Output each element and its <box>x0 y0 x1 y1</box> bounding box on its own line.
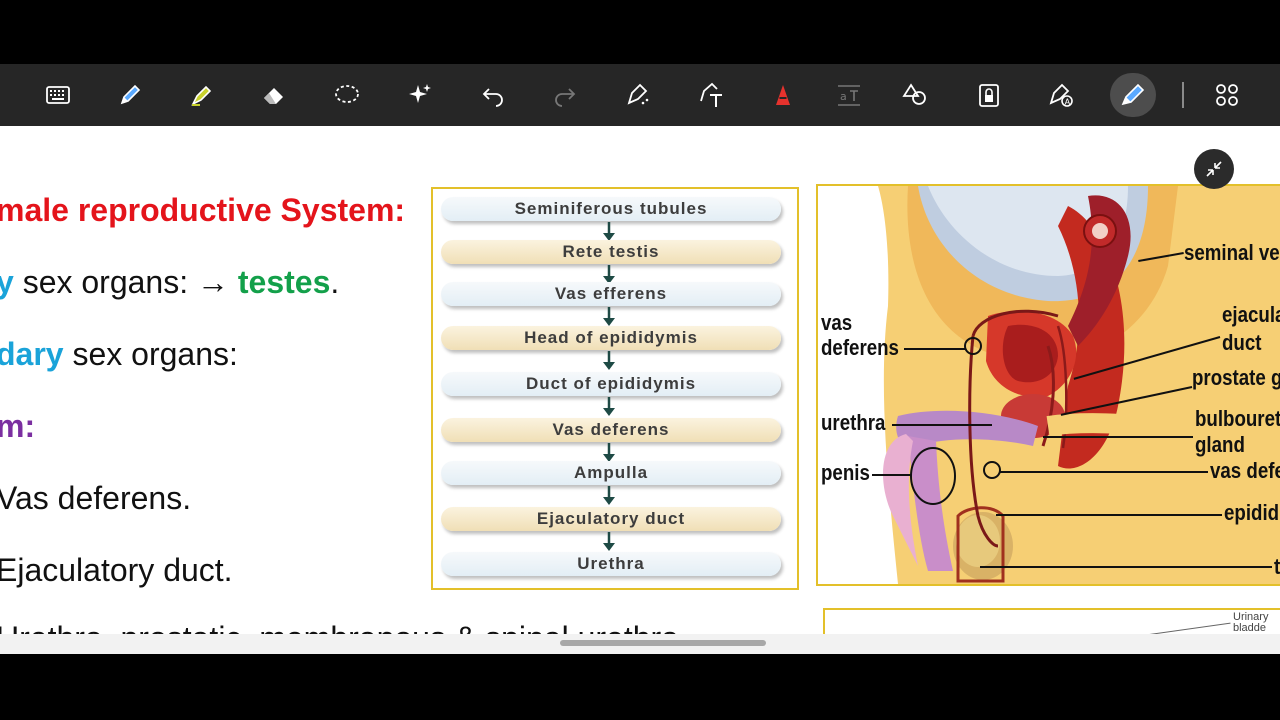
leader-line <box>872 474 912 476</box>
pen-button[interactable] <box>114 79 146 111</box>
label-vas-deferens-left-2: deferens <box>821 335 899 360</box>
label-seminal-vesicle: seminal ve <box>1184 240 1280 265</box>
eraser-icon <box>264 88 283 104</box>
flow-step: Vas efferens <box>441 282 781 306</box>
keyboard-icon <box>46 86 70 104</box>
flow-step: Urethra <box>441 552 781 576</box>
slide-subheading: m: <box>0 408 36 444</box>
label-vas-deferens-left: vas <box>821 310 853 335</box>
flow-step: Ampulla <box>441 461 781 485</box>
slide-item-ejaculatory-duct: Ejaculatory duct. <box>0 552 233 588</box>
down-arrow-icon <box>603 443 615 462</box>
slide-item-vas-deferens: Vas deferens. <box>0 480 192 516</box>
label-bladder: bladde <box>1233 622 1267 634</box>
apps-button[interactable] <box>1211 79 1243 111</box>
period: . <box>330 264 340 300</box>
flow-step: Rete testis <box>441 240 781 264</box>
label-prostate-gland: prostate g <box>1192 365 1280 390</box>
label-bulbourethral-gland-2: gland <box>1195 432 1245 457</box>
flow-step: Head of epididymis <box>441 326 781 350</box>
svg-text:A: A <box>1065 98 1071 107</box>
leader-line <box>1125 622 1231 634</box>
highlighter-button[interactable] <box>186 79 218 111</box>
undo-icon <box>482 88 503 107</box>
sparkle-icon <box>409 84 431 103</box>
shapes-icon <box>902 83 926 105</box>
highlighter-icon <box>191 85 212 106</box>
label-epididymis: epidid <box>1224 500 1280 525</box>
anatomy-diagram-image: seminal ve ejacula duct prostate g bulbo… <box>816 184 1280 586</box>
pen-settings-button[interactable]: A <box>1045 79 1077 111</box>
slide-line-secondary: dary sex organs: <box>0 336 238 373</box>
down-arrow-icon <box>603 307 615 326</box>
leader-line <box>980 566 1272 568</box>
primary-word: y <box>0 264 14 300</box>
lasso-button[interactable] <box>331 79 363 111</box>
document-canvas[interactable]: male reproductive System: y sex organs: … <box>0 126 1280 634</box>
leader-line <box>1043 436 1193 438</box>
label-ejaculatory-duct: ejacula <box>1222 302 1280 327</box>
collapse-fullscreen-button[interactable] <box>1194 149 1234 189</box>
redo-button[interactable] <box>549 79 581 111</box>
down-arrow-icon <box>603 486 615 505</box>
lock-icon <box>979 84 999 107</box>
flow-step: Vas deferens <box>441 418 781 442</box>
slide-heading: male reproductive System: <box>0 192 406 228</box>
leader-line <box>904 348 966 350</box>
flow-step: Seminiferous tubules <box>441 197 781 221</box>
text-tool-icon <box>700 82 722 107</box>
down-arrow-icon <box>603 397 615 416</box>
text-color-button[interactable] <box>767 79 799 111</box>
text-format-icon: a <box>838 85 860 106</box>
toolbar-divider <box>1182 82 1184 108</box>
label-vas-deferens-right: vas defe <box>1210 458 1280 483</box>
label-testis: t <box>1274 554 1280 579</box>
pen-icon <box>120 84 141 105</box>
text-format-button[interactable]: a <box>833 79 865 111</box>
arrow-symbol: → <box>197 264 229 300</box>
laser-pen-icon <box>1121 83 1145 106</box>
undo-button[interactable] <box>477 79 509 111</box>
lock-button[interactable] <box>973 79 1005 111</box>
secondary-text: sex organs: <box>63 336 238 372</box>
apps-grid-icon <box>1216 84 1238 106</box>
shape-pen-icon <box>627 83 649 105</box>
label-urethra: urethra <box>821 410 886 435</box>
annotation-toolbar: a A <box>0 64 1280 126</box>
ai-assist-button[interactable] <box>404 79 436 111</box>
collapse-icon <box>1206 161 1222 177</box>
redo-icon <box>555 88 576 107</box>
lasso-icon <box>335 85 359 103</box>
text-color-icon <box>776 85 790 105</box>
slide-item-urethra: Urethra, prostatic, membranous & spinal … <box>0 620 679 634</box>
leader-line <box>996 514 1222 516</box>
eraser-button[interactable] <box>258 79 290 111</box>
down-arrow-icon <box>603 351 615 370</box>
status-bar-area <box>0 0 1280 64</box>
pen-settings-icon: A <box>1049 83 1073 107</box>
label-ejaculatory-duct-2: duct <box>1222 330 1262 355</box>
gesture-handle[interactable] <box>560 640 766 646</box>
flow-step: Duct of epididymis <box>441 372 781 396</box>
shape-pen-button[interactable] <box>622 79 654 111</box>
leader-line <box>1000 471 1208 473</box>
down-arrow-icon <box>603 532 615 551</box>
flowchart-image: Seminiferous tubules Rete testis Vas eff… <box>431 187 799 590</box>
bottom-letterbox <box>0 654 1280 720</box>
primary-text: sex organs: <box>13 264 197 300</box>
svg-text:a: a <box>840 90 847 103</box>
text-tool-button[interactable] <box>695 79 727 111</box>
label-bulbourethral-gland: bulbouret <box>1195 406 1280 431</box>
laser-pen-button[interactable] <box>1110 73 1156 117</box>
secondary-diagram-image: Urinary bladde <box>823 608 1280 634</box>
label-penis: penis <box>821 460 870 485</box>
secondary-word: dary <box>0 336 64 372</box>
flow-step: Ejaculatory duct <box>441 507 781 531</box>
testes-word: testes <box>237 264 331 300</box>
keyboard-button[interactable] <box>42 79 74 111</box>
leader-line <box>892 424 992 426</box>
slide-line-primary: y sex organs: → testes. <box>0 264 339 301</box>
down-arrow-icon <box>603 222 615 241</box>
shapes-button[interactable] <box>899 79 931 111</box>
